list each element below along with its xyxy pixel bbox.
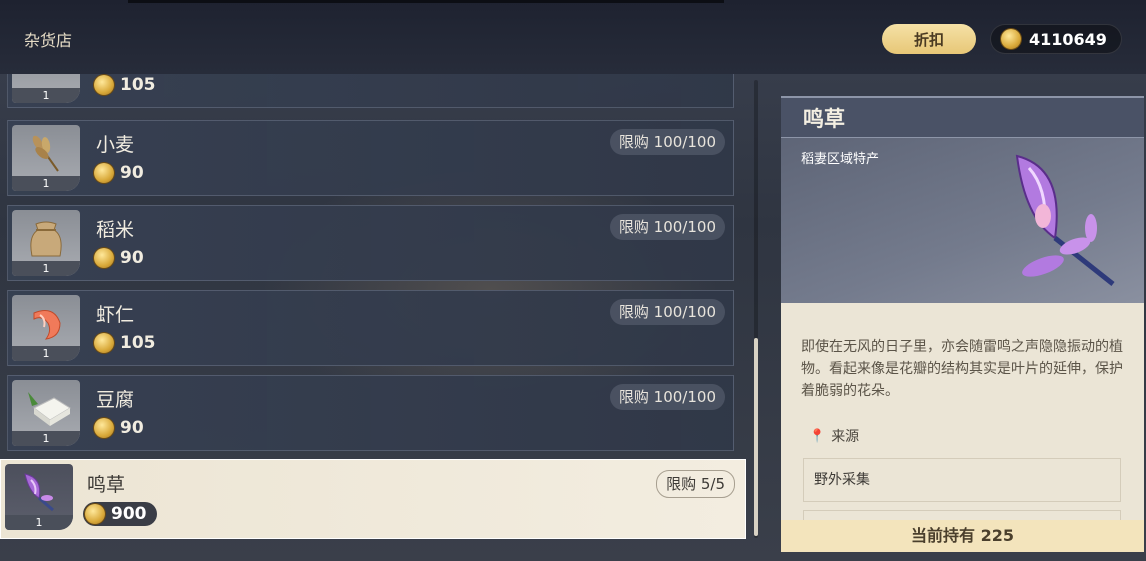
wheat-icon <box>32 135 59 172</box>
discount-button[interactable]: 折扣 <box>882 24 976 54</box>
list-item-rice[interactable]: 1 稻米 90 限购 100/100 <box>7 205 734 281</box>
item-name: 虾仁 <box>96 304 135 326</box>
tofu-icon <box>28 392 71 426</box>
purchase-limit-badge: 限购 100/100 <box>609 214 725 240</box>
naku-weed-icon <box>24 473 54 512</box>
location-pin-icon: 📍 <box>809 428 826 444</box>
item-thumbnail: 1 <box>12 380 80 446</box>
mora-coin-icon <box>85 504 105 524</box>
list-item-partial[interactable]: 1 105 <box>7 74 734 108</box>
source-heading: 📍 来源 <box>809 426 859 446</box>
purchase-limit-badge: 限购 100/100 <box>609 299 725 325</box>
item-name: 鸣草 <box>87 474 126 496</box>
item-thumbnail: 1 <box>12 125 80 191</box>
item-quantity: 1 <box>5 515 73 530</box>
item-detail-panel: 鸣草 稻妻区域特产 即使在无风的日子里，亦会随雷鸣之声隐隐振动的植物。看起来像是… <box>781 96 1144 552</box>
item-artwork: 稻妻区域特产 <box>781 138 1144 303</box>
item-price: 900 <box>83 502 157 526</box>
mora-coin-icon <box>94 418 114 438</box>
currency-display: 4110649 <box>990 24 1122 54</box>
price-value: 90 <box>120 418 144 438</box>
item-quantity: 1 <box>12 346 80 361</box>
price-value: 105 <box>120 75 156 95</box>
price-value: 90 <box>120 248 144 268</box>
item-quantity: 1 <box>12 431 80 446</box>
detail-title: 鸣草 <box>803 107 845 131</box>
price-value: 105 <box>120 333 156 353</box>
item-thumbnail: 1 <box>5 464 73 530</box>
item-price: 90 <box>94 248 144 268</box>
item-list[interactable]: 1 105 1 小麦 90 限购 100/100 1 稻米 90 限购 100/… <box>0 74 760 561</box>
purchase-limit-badge: 限购 5/5 <box>656 470 735 498</box>
item-price: 90 <box>94 163 144 183</box>
rice-sack-icon <box>30 221 62 257</box>
mora-coin-icon <box>94 248 114 268</box>
list-item-wheat[interactable]: 1 小麦 90 限购 100/100 <box>7 120 734 196</box>
item-thumbnail: 1 <box>12 210 80 276</box>
list-item-naku-weed[interactable]: 1 鸣草 900 限购 5/5 <box>0 459 746 539</box>
mora-coin-icon <box>1001 29 1021 49</box>
source-label: 来源 <box>831 429 860 445</box>
item-quantity: 1 <box>12 176 80 191</box>
detail-header: 鸣草 <box>781 96 1144 138</box>
purchase-limit-badge: 限购 100/100 <box>609 384 725 410</box>
item-price: 105 <box>94 75 156 95</box>
price-value: 90 <box>120 163 144 183</box>
owned-count: 当前持有 225 <box>781 520 1144 552</box>
item-thumbnail: 1 <box>12 295 80 361</box>
purchase-limit-badge: 限购 100/100 <box>609 129 725 155</box>
item-price: 105 <box>94 333 156 353</box>
list-item-shrimp[interactable]: 1 虾仁 105 限购 100/100 <box>7 290 734 366</box>
list-scrollbar-thumb[interactable] <box>754 338 758 536</box>
currency-amount: 4110649 <box>1029 29 1107 49</box>
top-bar: 杂货店 折扣 4110649 <box>0 0 1146 74</box>
top-notch <box>128 0 724 3</box>
item-quantity: 1 <box>12 261 80 276</box>
item-name: 稻米 <box>96 219 135 241</box>
region-tag: 稻妻区域特产 <box>801 152 880 167</box>
price-value: 900 <box>111 504 147 524</box>
mora-coin-icon <box>94 163 114 183</box>
item-name: 豆腐 <box>96 389 135 411</box>
item-name: 小麦 <box>96 134 135 156</box>
item-quantity: 1 <box>12 88 80 103</box>
item-price: 90 <box>94 418 144 438</box>
mora-coin-icon <box>94 75 114 95</box>
shop-title: 杂货店 <box>24 31 73 50</box>
item-description: 即使在无风的日子里，亦会随雷鸣之声隐隐振动的植物。看起来像是花瓣的结构其实是叶片… <box>801 339 1123 399</box>
shrimp-icon <box>33 310 61 340</box>
source-entry: 野外采集 <box>803 458 1121 502</box>
list-item-tofu[interactable]: 1 豆腐 90 限购 100/100 <box>7 375 734 451</box>
naku-weed-large-icon <box>1015 154 1115 286</box>
item-thumbnail: 1 <box>12 74 80 103</box>
mora-coin-icon <box>94 333 114 353</box>
